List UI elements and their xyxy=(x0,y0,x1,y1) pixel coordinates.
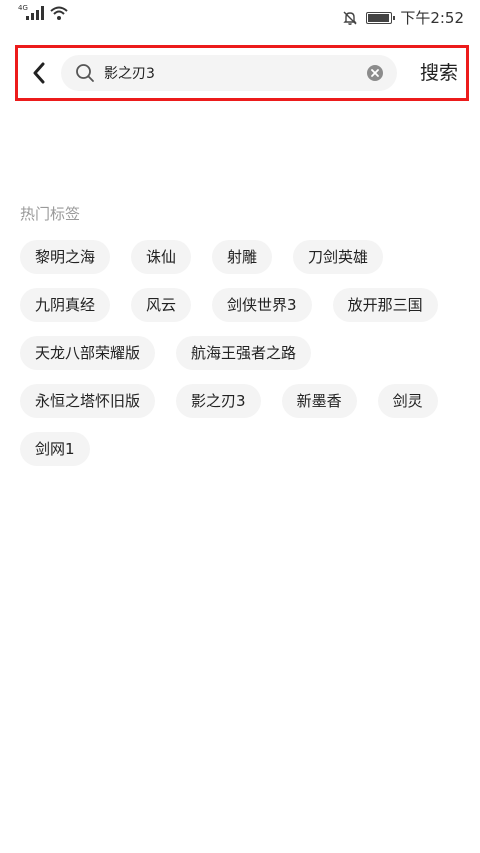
hot-tag[interactable]: 航海王强者之路 xyxy=(176,336,312,370)
search-icon xyxy=(76,64,94,82)
hot-tag[interactable]: 刀剑英雄 xyxy=(293,240,384,274)
hot-tag[interactable]: 诛仙 xyxy=(131,240,192,274)
clear-icon[interactable] xyxy=(367,65,383,81)
hot-tags-title: 热门标签 xyxy=(20,205,81,223)
search-bar: 搜索 xyxy=(15,45,469,101)
back-button[interactable] xyxy=(26,59,52,87)
hot-tag[interactable]: 射雕 xyxy=(212,240,273,274)
bell-off-icon xyxy=(343,11,358,25)
status-right: 下午2:52 xyxy=(342,7,464,28)
hot-tag[interactable]: 新墨香 xyxy=(281,384,357,418)
hot-tag[interactable]: 剑侠世界3 xyxy=(212,288,312,322)
wifi-icon xyxy=(50,6,68,20)
network-type: 4G xyxy=(18,4,28,12)
hot-tag[interactable]: 风云 xyxy=(131,288,192,322)
status-left: 4G xyxy=(18,4,68,20)
hot-tag[interactable]: 永恒之塔怀旧版 xyxy=(20,384,156,418)
search-button[interactable]: 搜索 xyxy=(420,58,458,85)
hot-tag[interactable]: 黎明之海 xyxy=(20,240,111,274)
battery-fill xyxy=(368,13,389,22)
search-input[interactable] xyxy=(104,55,354,91)
hot-tag[interactable]: 天龙八部荣耀版 xyxy=(20,336,156,370)
hot-tag[interactable]: 九阴真经 xyxy=(20,288,111,322)
status-bar: 4G 下午2:52 xyxy=(0,0,480,34)
battery-icon xyxy=(366,11,396,24)
hot-tags-list: 黎明之海 诛仙 射雕 刀剑英雄九阴真经 风云 剑侠世界3 放开那三国天龙八部荣耀版 航海王强者… xyxy=(20,240,465,466)
hot-tag[interactable]: 剑灵 xyxy=(377,384,438,418)
signal-icon xyxy=(25,6,44,20)
search-box[interactable] xyxy=(61,55,397,91)
hot-tag[interactable]: 剑网1 xyxy=(20,432,90,466)
hot-tag[interactable]: 放开那三国 xyxy=(332,288,438,322)
hot-tag[interactable]: 影之刃3 xyxy=(176,384,261,418)
back-arrow-icon xyxy=(33,62,45,84)
status-time: 下午2:52 xyxy=(400,9,464,27)
